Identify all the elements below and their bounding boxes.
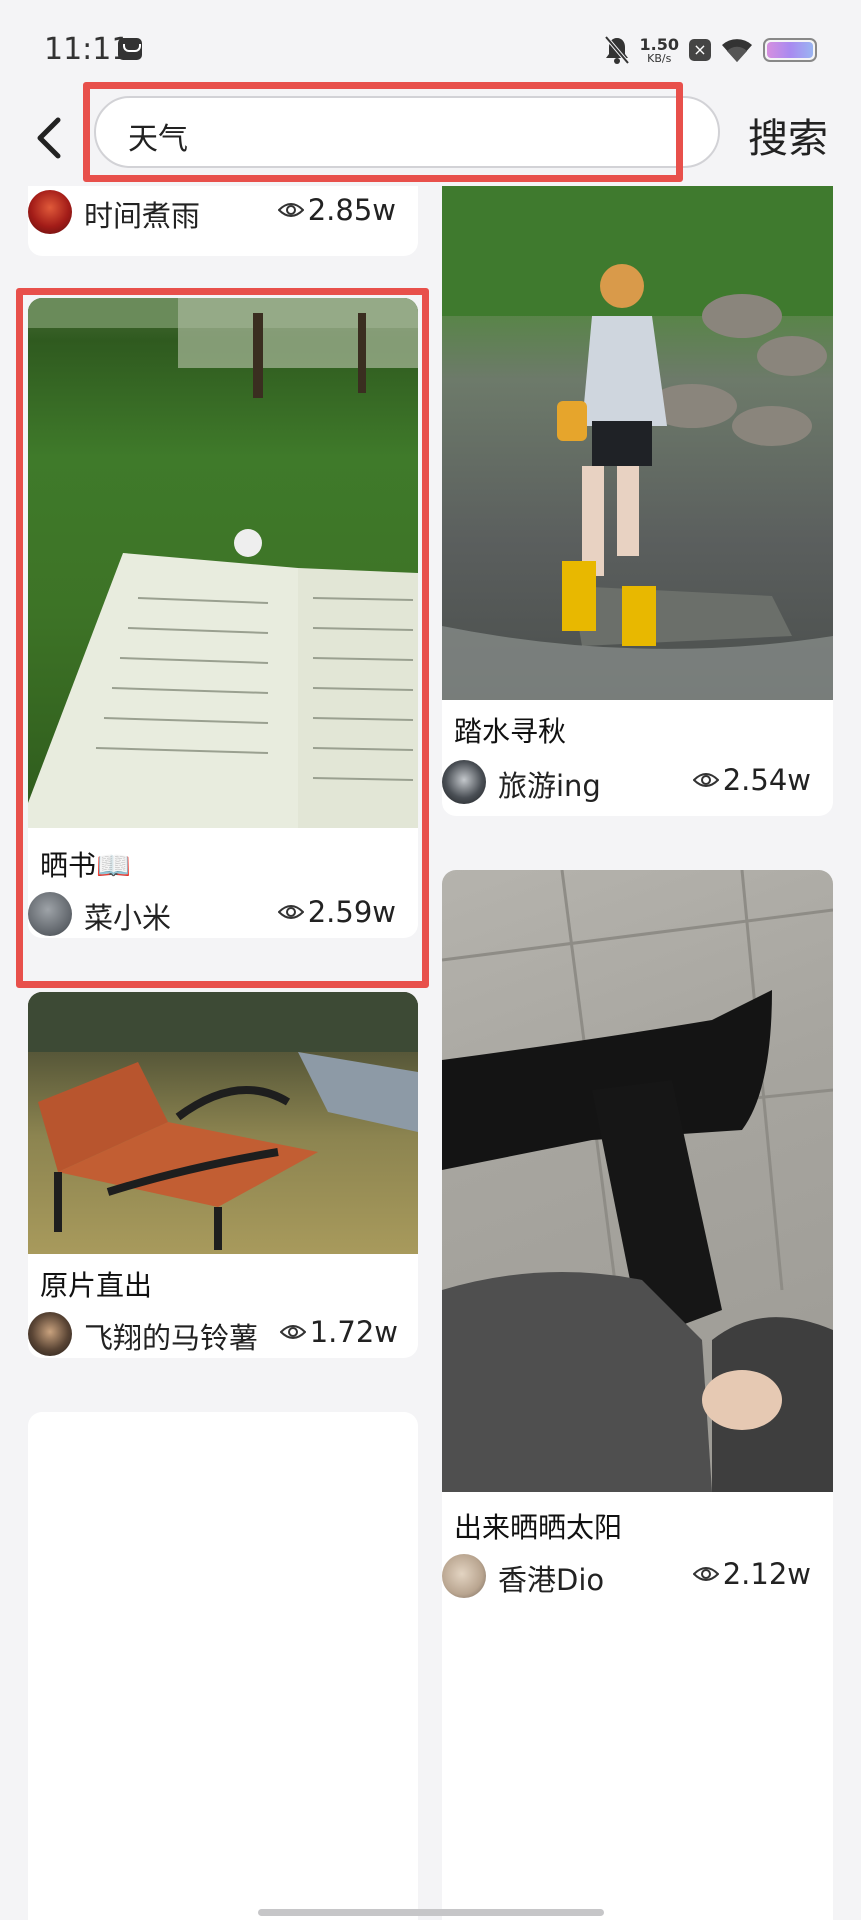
eye-icon (277, 905, 304, 919)
card-title[interactable]: 原片直出 (40, 1264, 152, 1304)
result-card-placeholder[interactable] (442, 1650, 833, 1920)
eye-icon (279, 1325, 306, 1339)
book-illustration (28, 298, 418, 828)
search-header: 天气 搜索 (0, 82, 861, 186)
avatar[interactable] (442, 1554, 486, 1598)
status-icons: 1.50 KB/s × (603, 30, 817, 70)
card-meta: 旅游ing 2.54w (442, 756, 833, 808)
girl-crossing-stream-photo (442, 186, 833, 700)
eye-icon (277, 203, 304, 217)
card-title[interactable]: 晒书📖 (40, 844, 131, 884)
legs-illustration (442, 870, 833, 1493)
chevron-left-icon[interactable] (26, 110, 74, 166)
author-name[interactable]: 时间煮雨 (84, 193, 200, 235)
network-speed: 1.50 KB/s (639, 34, 679, 65)
card-title[interactable]: 出来晒晒太阳 (454, 1506, 622, 1546)
battery-level (767, 42, 813, 58)
author-name[interactable]: 香港Dio (498, 1557, 604, 1599)
result-card-shaiShu[interactable]: 晒书📖 菜小米 2.59w (28, 298, 418, 938)
view-count: 2.85w (277, 193, 396, 227)
card-meta: 菜小米 2.59w (28, 888, 418, 938)
open-book-on-grass-photo (28, 298, 418, 828)
message-notification-icon (118, 38, 142, 60)
avatar[interactable] (442, 760, 486, 804)
result-card-placeholder[interactable] (28, 1412, 418, 1920)
avatar[interactable] (28, 1312, 72, 1356)
result-card-taShuiXunQiu[interactable]: 踏水寻秋 旅游ing 2.54w (442, 186, 833, 816)
view-count: 2.12w (692, 1557, 811, 1591)
results-feed[interactable]: 时间煮雨 2.85w 晒书📖 菜小米 2.59w 原片直出 飞翔的马铃薯 1.7… (0, 186, 861, 1920)
card-meta: 香港Dio 2.12w (442, 1550, 833, 1602)
result-card-yuanPianZhiChu[interactable]: 原片直出 飞翔的马铃薯 1.72w (28, 992, 418, 1358)
view-count: 2.54w (692, 763, 811, 797)
eye-icon (692, 1567, 719, 1581)
eye-icon (692, 773, 719, 787)
park-bench-photo (28, 992, 418, 1254)
avatar[interactable] (28, 190, 72, 234)
stream-illustration (442, 186, 833, 700)
view-count: 2.59w (277, 895, 396, 929)
battery-icon (763, 38, 817, 62)
search-input-value[interactable]: 天气 (128, 114, 188, 158)
author-name[interactable]: 飞翔的马铃薯 (84, 1315, 258, 1357)
search-button[interactable]: 搜索 (748, 106, 828, 164)
author-name[interactable]: 旅游ing (498, 763, 601, 805)
result-card-shiJianZhuYu[interactable]: 时间煮雨 2.85w (28, 186, 418, 256)
search-input[interactable]: 天气 (94, 96, 720, 168)
status-bar: 11:11 1.50 KB/s × (0, 0, 861, 96)
close-notification-icon: × (689, 39, 711, 61)
bench-illustration (28, 992, 418, 1250)
bell-muted-icon (603, 35, 630, 65)
author-name[interactable]: 菜小米 (84, 895, 171, 937)
card-title[interactable]: 踏水寻秋 (454, 710, 566, 750)
home-indicator[interactable] (258, 1909, 604, 1916)
view-count: 1.72w (279, 1315, 398, 1349)
card-meta: 时间煮雨 2.85w (28, 186, 418, 238)
avatar[interactable] (28, 892, 72, 936)
black-tights-crossed-legs-photo (442, 870, 833, 1493)
wifi-icon (722, 39, 752, 62)
card-meta: 飞翔的马铃薯 1.72w (28, 1308, 418, 1358)
